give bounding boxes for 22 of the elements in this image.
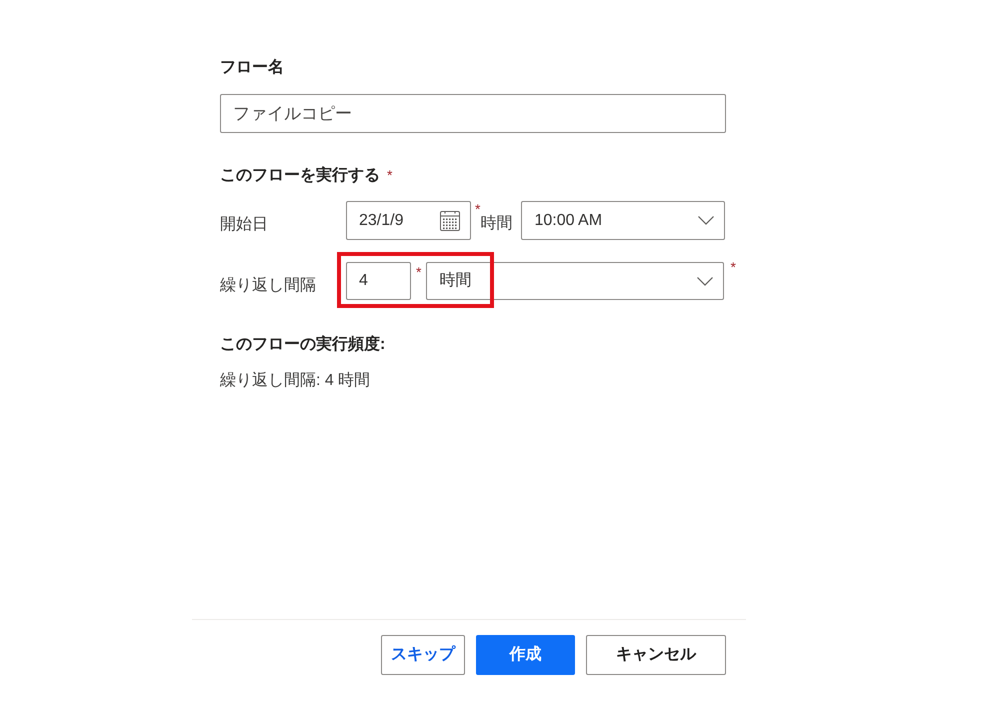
required-asterisk: * — [475, 202, 480, 216]
field-label: フロー名 — [220, 58, 285, 78]
skip-button[interactable]: スキップ — [381, 635, 465, 675]
calendar-icon — [440, 210, 460, 230]
field-label: 時間 — [480, 214, 512, 234]
create-button[interactable]: 作成 — [476, 635, 575, 675]
schedule-summary: 繰り返し間隔: 4 時間 — [220, 370, 372, 391]
chevron-down-icon — [698, 216, 714, 225]
required-asterisk: * — [730, 260, 736, 274]
interval-count-field[interactable]: 4 — [346, 262, 411, 300]
interval-unit-dropdown[interactable]: 時間 — [426, 262, 724, 300]
flow-name-field[interactable]: ファイルコピー — [220, 94, 726, 133]
date-field[interactable]: 23/1/9 — [346, 201, 471, 240]
field-label: 開始日 — [220, 215, 269, 235]
chevron-down-icon — [697, 276, 714, 286]
section-heading: このフローの実行頻度: — [220, 334, 386, 355]
required-asterisk: * — [416, 265, 422, 279]
field-label: 繰り返し間隔 — [220, 276, 317, 296]
cancel-button[interactable]: キャンセル — [586, 635, 726, 675]
section-heading: このフローを実行する — [220, 165, 380, 186]
time-dropdown[interactable]: 10:00 AM — [521, 201, 726, 240]
required-asterisk: * — [387, 168, 392, 182]
